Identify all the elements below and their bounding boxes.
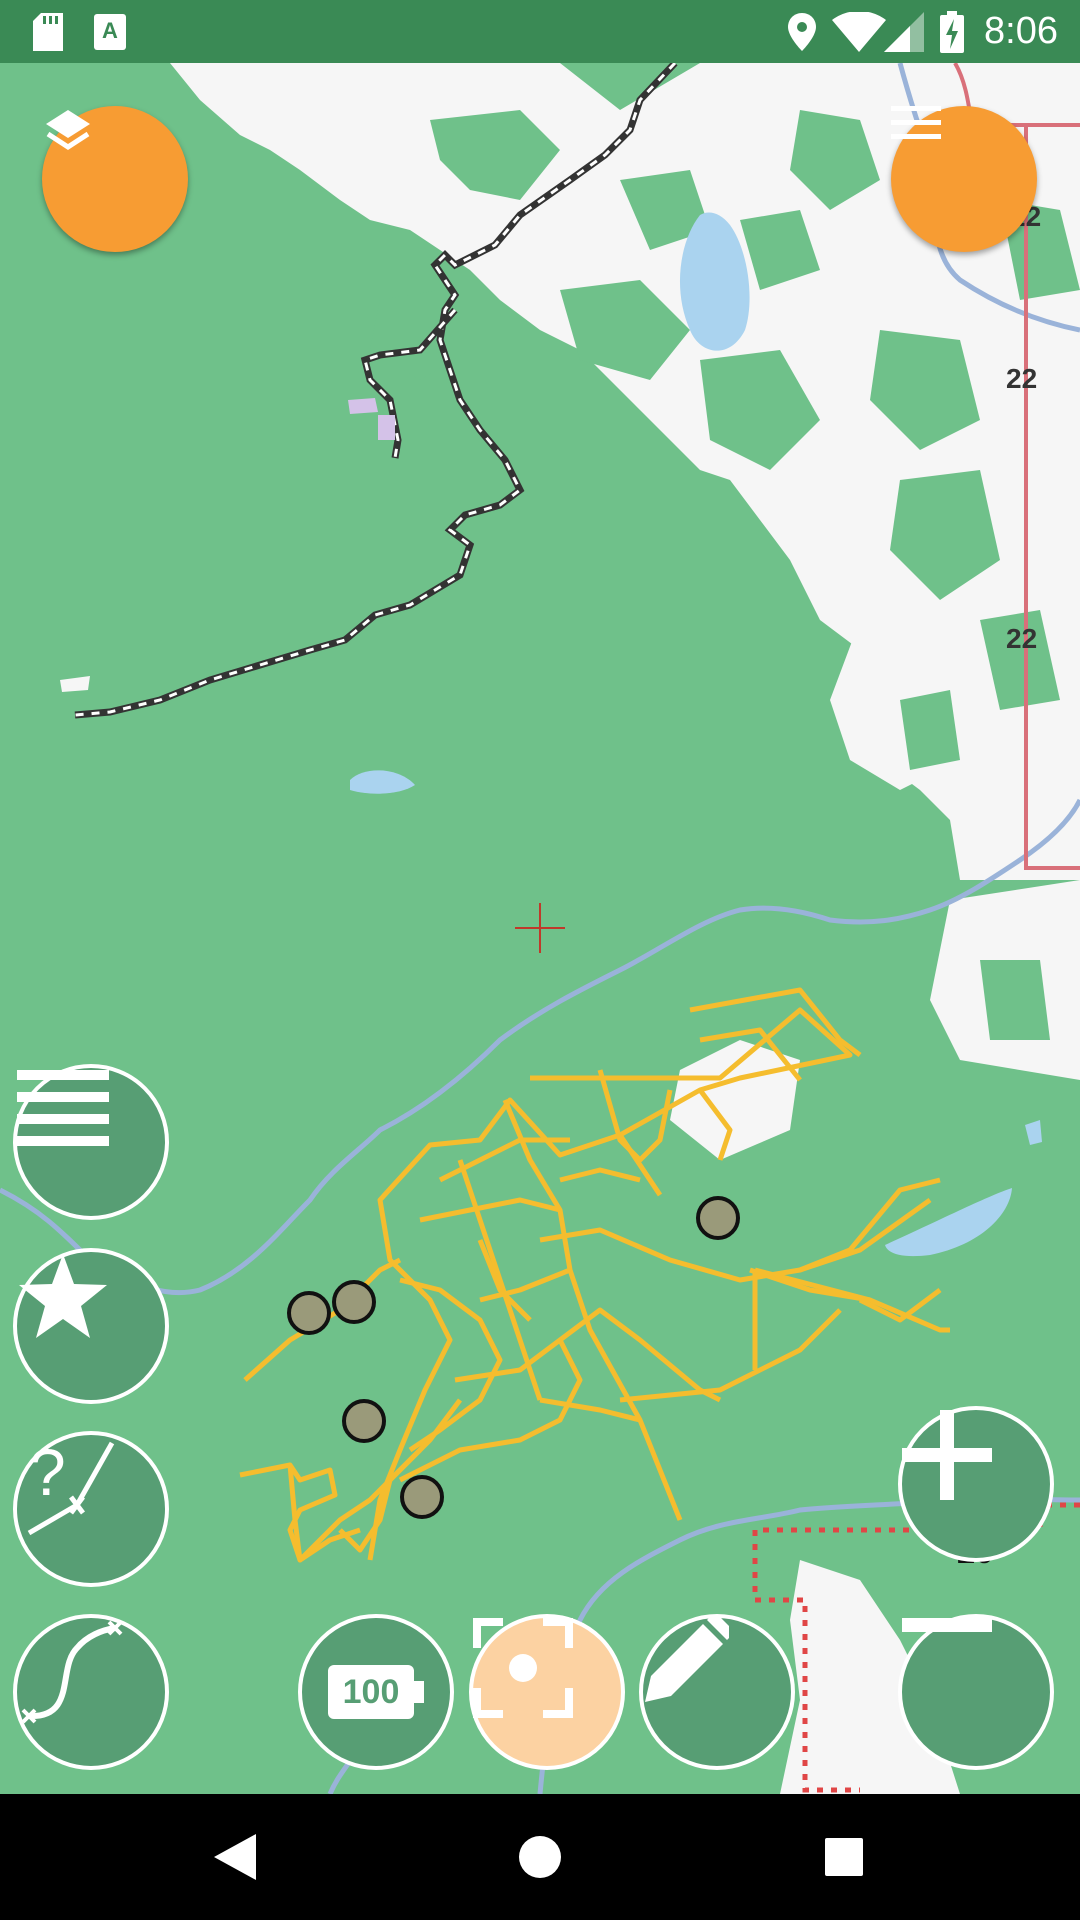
menu-button[interactable] — [891, 106, 1037, 252]
zoom-in-button[interactable] — [898, 1406, 1054, 1562]
battery-charging-icon — [938, 0, 966, 63]
center-location-button[interactable] — [469, 1614, 625, 1770]
tracks-network — [239, 987, 950, 1563]
svg-text:A: A — [102, 18, 118, 43]
map-view[interactable]: 22 22 22 10 ? 100 — [0, 63, 1080, 1794]
cell-signal-icon — [884, 0, 924, 63]
edit-button[interactable] — [639, 1614, 795, 1770]
status-bar: A 8:06 — [0, 0, 1080, 63]
layers-button[interactable] — [42, 106, 188, 252]
back-icon[interactable] — [175, 1794, 295, 1920]
zoom-out-button[interactable] — [898, 1614, 1054, 1770]
sd-card-icon — [30, 0, 66, 63]
battery-level-text: 100 — [342, 1673, 400, 1711]
home-icon[interactable] — [480, 1794, 600, 1920]
battery-button[interactable]: 100 — [298, 1614, 454, 1770]
list-button[interactable] — [13, 1064, 169, 1220]
favorites-button[interactable] — [13, 1248, 169, 1404]
poi-markers — [287, 1196, 740, 1519]
crosshair-icon — [515, 903, 565, 953]
road-label: 22 — [1006, 363, 1038, 394]
recents-icon[interactable] — [784, 1794, 904, 1920]
text-badge-icon: A — [92, 0, 128, 63]
location-pin-icon — [785, 0, 819, 63]
track-button[interactable] — [13, 1614, 169, 1770]
battery-icon: 100 — [328, 1665, 424, 1719]
wifi-icon — [832, 0, 886, 63]
svg-text:?: ? — [29, 1435, 66, 1509]
clock: 8:06 — [984, 10, 1058, 52]
road-label: 22 — [1006, 623, 1038, 654]
route-query-button[interactable]: ? — [13, 1431, 169, 1587]
navigation-bar — [0, 1794, 1080, 1920]
